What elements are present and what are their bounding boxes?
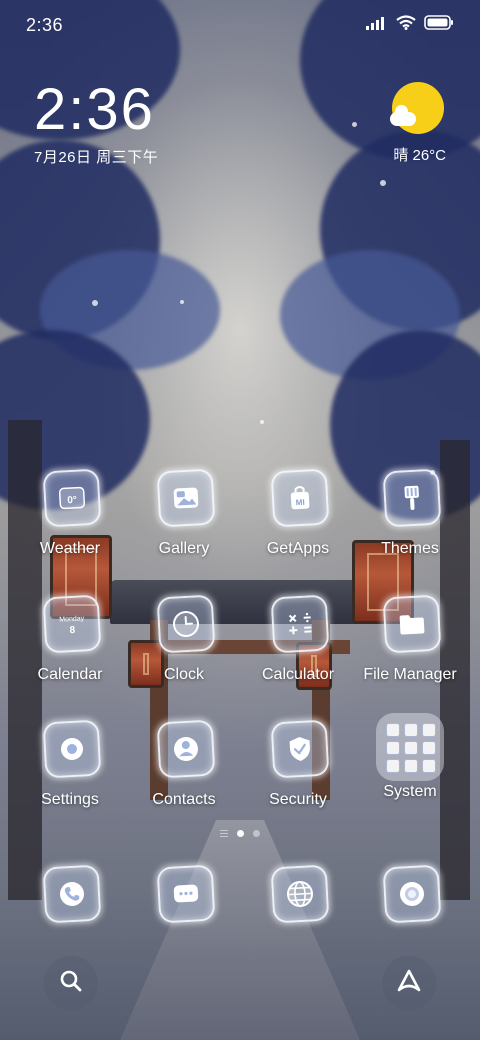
assistant-icon	[396, 968, 422, 999]
widget-date: 7月26日 周三下午	[34, 149, 159, 166]
app-contacts[interactable]: Contacts	[126, 717, 242, 809]
settings-icon	[42, 719, 102, 779]
app-gallery[interactable]: Gallery	[126, 466, 242, 558]
app-label: Calculator	[261, 666, 335, 683]
calendar-day: 8	[69, 625, 76, 636]
app-label: Clock	[163, 666, 204, 683]
calculator-icon	[270, 594, 330, 654]
getapps-icon: MI	[270, 468, 330, 528]
calendar-icon: Monday 8	[42, 594, 102, 654]
page-indicator[interactable]	[0, 830, 480, 837]
getapps-badge: MI	[296, 498, 305, 507]
app-label: Weather	[39, 540, 101, 557]
wifi-icon	[396, 15, 416, 35]
themes-icon	[382, 468, 442, 528]
app-label: Themes	[381, 540, 439, 557]
widget-time: 2:36	[34, 77, 155, 142]
search-button[interactable]	[44, 956, 98, 1010]
dock-camera[interactable]	[380, 862, 442, 924]
battery-icon	[424, 15, 454, 35]
app-label: System	[383, 783, 437, 800]
app-label: Gallery	[158, 540, 210, 557]
contacts-icon	[156, 719, 216, 779]
calendar-weekday: Monday	[59, 615, 85, 623]
phone-icon	[42, 864, 102, 924]
app-getapps[interactable]: MI GetApps	[240, 466, 356, 558]
signal-icon	[366, 16, 388, 35]
app-label: Security	[269, 791, 327, 808]
camera-icon	[382, 864, 442, 924]
app-label: Contacts	[152, 791, 216, 808]
app-drawer-lines-icon	[220, 830, 228, 837]
clock-icon	[156, 594, 216, 654]
system-folder-icon	[376, 713, 444, 781]
search-icon	[59, 969, 83, 998]
gallery-icon	[156, 468, 216, 528]
folder-icon	[382, 594, 442, 654]
status-icons	[366, 15, 454, 35]
app-calculator[interactable]: Calculator	[240, 592, 356, 684]
app-label: Settings	[41, 791, 99, 808]
page-dot-active	[237, 830, 244, 837]
app-clock[interactable]: Clock	[126, 592, 242, 684]
security-icon	[270, 719, 330, 779]
app-settings[interactable]: Settings	[12, 717, 128, 809]
dock-messages[interactable]	[154, 862, 216, 924]
app-themes[interactable]: Themes	[352, 466, 468, 558]
status-bar: 2:36	[0, 0, 480, 50]
app-label: Calendar	[37, 666, 103, 683]
assistant-button[interactable]	[382, 956, 436, 1010]
app-calendar[interactable]: Monday 8 Calendar	[12, 592, 128, 684]
app-system-folder[interactable]: System	[352, 713, 468, 801]
app-file-manager[interactable]: File Manager	[352, 592, 468, 684]
messages-icon	[156, 864, 216, 924]
app-weather[interactable]: 0° Weather	[12, 466, 128, 558]
app-label: GetApps	[266, 540, 330, 557]
weather-icon-temp: 0°	[67, 495, 77, 506]
app-security[interactable]: Security	[240, 717, 356, 809]
dock-browser[interactable]	[268, 862, 330, 924]
status-time: 2:36	[26, 15, 64, 35]
weather-icon: 0°	[42, 468, 102, 528]
dock-phone[interactable]	[40, 862, 102, 924]
clock-widget[interactable]: 2:36 7月26日 周三下午	[34, 78, 158, 167]
weather-widget[interactable]: 晴 26°C	[366, 82, 446, 172]
app-label: File Manager	[363, 666, 457, 683]
browser-icon	[270, 864, 330, 924]
page-dot	[253, 830, 260, 837]
weather-text: 晴 26°C	[393, 147, 446, 164]
